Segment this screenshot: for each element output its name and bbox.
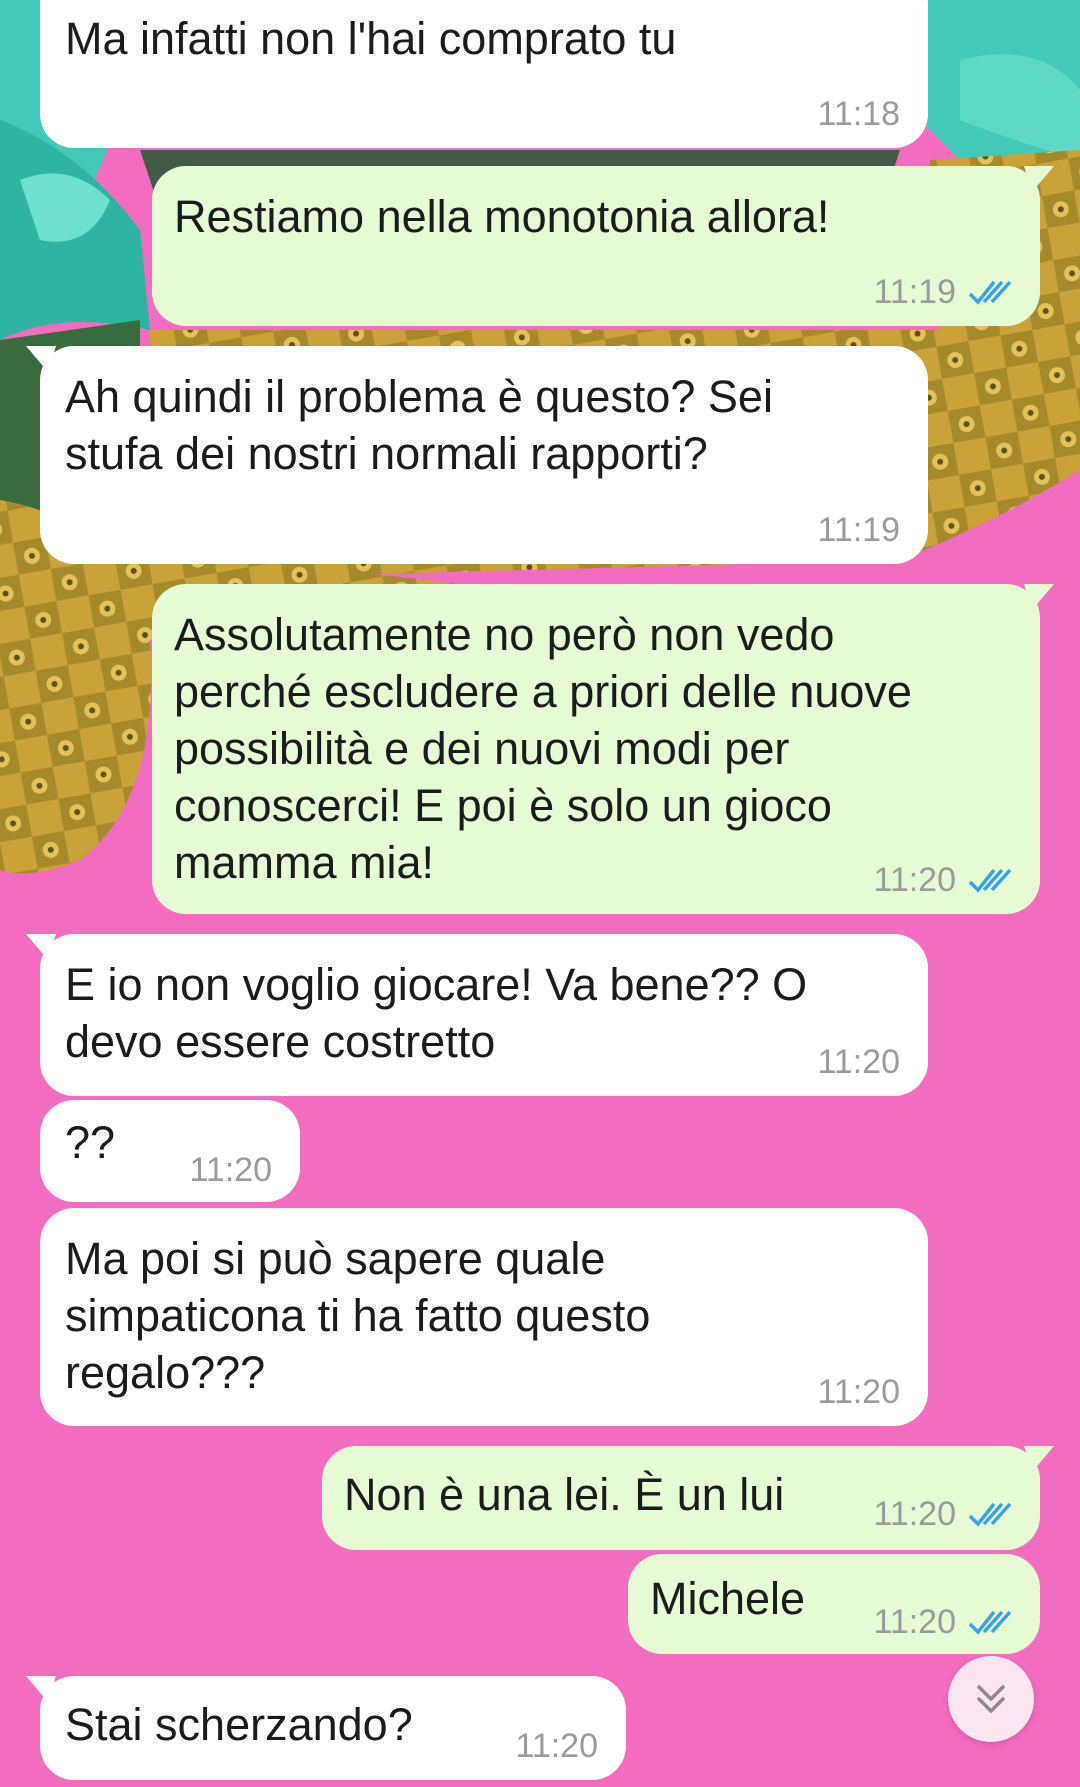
- message-time: 11:18: [817, 95, 900, 133]
- message-time: 11:20: [515, 1727, 598, 1765]
- message-bubble-incoming[interactable]: Ah quindi il problema è questo? Sei stuf…: [26, 346, 928, 564]
- message-text: Michele: [650, 1573, 806, 1624]
- scroll-to-bottom-button[interactable]: [948, 1656, 1034, 1742]
- message-time: 11:20: [817, 1043, 900, 1081]
- message-meta: 11:20: [817, 1042, 900, 1082]
- message-list[interactable]: Ma infatti non l'hai comprato tu 11:18 R…: [0, 0, 1080, 1787]
- message-text: Ma infatti non l'hai comprato tu: [65, 13, 677, 64]
- message-text: Restiamo nella monotonia allora!: [174, 191, 830, 242]
- bubble-tail: [1024, 1446, 1054, 1472]
- message-bubble-incoming[interactable]: Stai scherzando? 11:20: [26, 1676, 626, 1780]
- message-time: 11:20: [873, 1603, 956, 1641]
- message-meta: 11:20: [873, 1602, 1012, 1642]
- message-bubble-outgoing[interactable]: Michele 11:20: [628, 1554, 1040, 1654]
- message-text: Ma poi si può sapere quale simpaticona t…: [65, 1233, 651, 1398]
- double-chevron-down-icon: [977, 1685, 1005, 1713]
- message-bubble-outgoing[interactable]: Non è una lei. È un lui 11:20: [322, 1446, 1054, 1550]
- message-bubble-outgoing[interactable]: Assolutamente no però non vedo perché es…: [152, 584, 1054, 914]
- message-time: 11:19: [873, 273, 956, 311]
- message-text: Stai scherzando?: [65, 1699, 413, 1750]
- message-bubble-incoming[interactable]: Ma poi si può sapere quale simpaticona t…: [40, 1208, 928, 1426]
- message-time: 11:20: [873, 1495, 956, 1533]
- message-meta: 11:20: [817, 1372, 900, 1412]
- message-meta: 11:20: [189, 1150, 272, 1190]
- message-text: E io non voglio giocare! Va bene?? O dev…: [65, 959, 808, 1067]
- read-receipt-icon: [968, 868, 1012, 893]
- message-bubble-incoming[interactable]: Ma infatti non l'hai comprato tu 11:18: [40, 0, 928, 148]
- message-meta: 11:18: [817, 94, 900, 134]
- read-receipt-icon: [968, 280, 1012, 305]
- message-time: 11:20: [817, 1373, 900, 1411]
- message-text: ??: [65, 1117, 116, 1168]
- message-time: 11:19: [817, 511, 900, 549]
- read-receipt-icon: [968, 1502, 1012, 1527]
- message-meta: 11:20: [873, 860, 1012, 900]
- message-bubble-outgoing[interactable]: Restiamo nella monotonia allora! 11:19: [152, 166, 1054, 326]
- bubble-tail: [1024, 584, 1054, 610]
- message-text: Assolutamente no però non vedo perché es…: [174, 609, 912, 888]
- bubble-tail: [1024, 166, 1054, 192]
- message-meta: 11:19: [873, 272, 1012, 312]
- message-bubble-incoming[interactable]: ?? 11:20: [40, 1100, 300, 1202]
- message-meta: 11:20: [873, 1494, 1012, 1534]
- message-bubble-incoming[interactable]: E io non voglio giocare! Va bene?? O dev…: [26, 934, 928, 1096]
- message-meta: 11:19: [817, 510, 900, 550]
- message-time: 11:20: [189, 1151, 272, 1189]
- message-meta: 11:20: [515, 1726, 598, 1766]
- message-text: Ah quindi il problema è questo? Sei stuf…: [65, 371, 773, 479]
- bubble-tail: [26, 934, 56, 960]
- message-time: 11:20: [873, 861, 956, 899]
- read-receipt-icon: [968, 1610, 1012, 1635]
- bubble-tail: [26, 1676, 56, 1702]
- message-text: Non è una lei. È un lui: [344, 1469, 785, 1520]
- bubble-tail: [26, 346, 56, 372]
